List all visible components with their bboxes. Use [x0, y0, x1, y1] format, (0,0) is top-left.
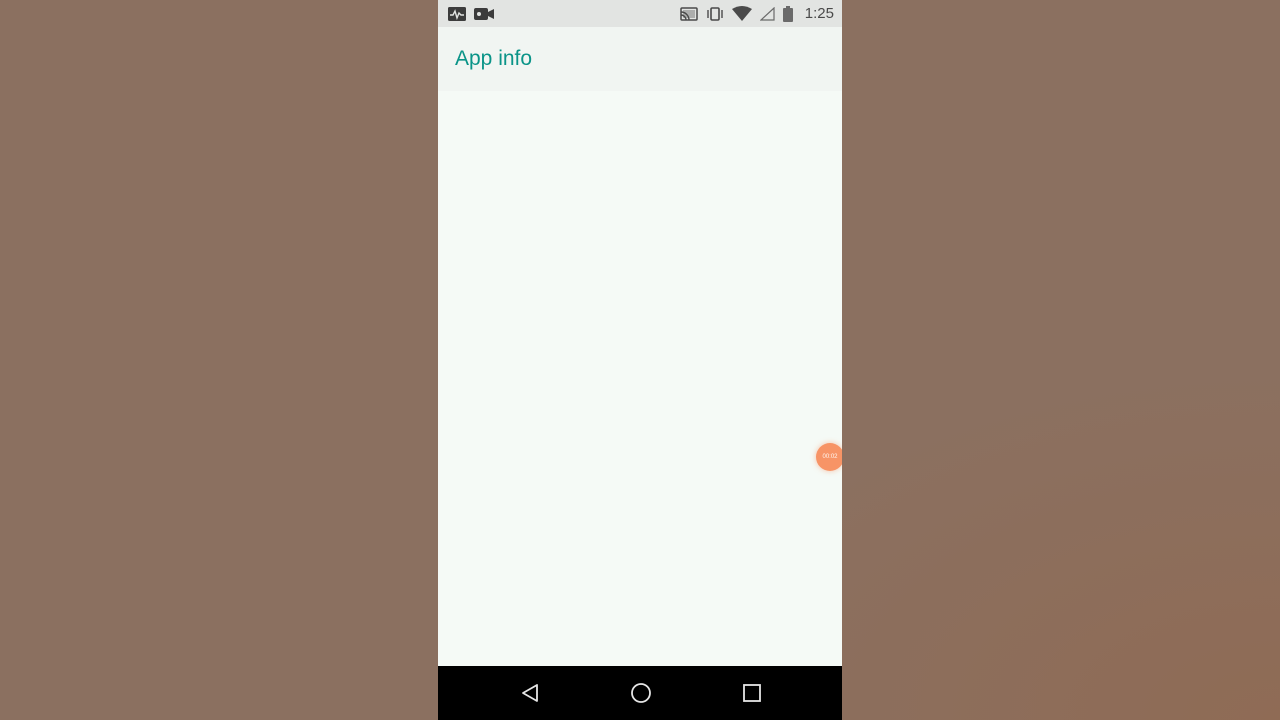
status-bar: 1:25 — [438, 0, 842, 27]
screen-recorder-bubble[interactable]: 00:02 — [816, 443, 842, 471]
cast-icon — [680, 6, 698, 21]
status-bar-system: 1:25 — [680, 5, 834, 22]
battery-icon — [782, 5, 793, 22]
recents-icon — [743, 684, 761, 702]
vibrate-icon — [707, 6, 723, 21]
phone-screen: 1:25 App info 00:02 — [438, 0, 842, 720]
recents-button[interactable] — [740, 681, 764, 705]
wifi-icon — [731, 6, 752, 21]
home-icon — [631, 683, 651, 703]
status-bar-notifications — [448, 6, 494, 21]
app-info-content — [438, 91, 842, 666]
navigation-bar — [438, 666, 842, 720]
pulse-icon — [448, 6, 466, 21]
video-camera-icon — [474, 7, 494, 20]
status-time: 1:25 — [804, 5, 834, 22]
recorder-elapsed-time: 00:02 — [822, 454, 838, 460]
cellular-signal-icon — [759, 6, 775, 21]
back-button[interactable] — [518, 681, 542, 705]
page-title: App info — [455, 47, 533, 70]
app-bar: App info — [438, 27, 842, 91]
back-icon — [522, 684, 538, 702]
home-button[interactable] — [629, 681, 653, 705]
